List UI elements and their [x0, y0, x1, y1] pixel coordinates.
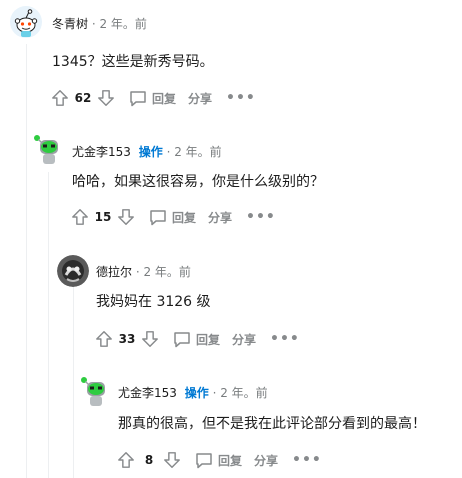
op-badge: 操作	[184, 386, 209, 400]
reply-bubble-icon	[174, 332, 190, 348]
reply-bubble-icon	[130, 91, 146, 107]
thread-line[interactable]	[48, 172, 49, 478]
downvote-arrow-icon	[98, 90, 114, 106]
comment-actions: 33 回复 分享 •••	[92, 327, 300, 351]
share-button[interactable]: 分享	[188, 90, 212, 107]
author-name[interactable]: 冬青树	[52, 17, 88, 31]
downvote-button[interactable]	[160, 448, 184, 472]
downvote-button[interactable]	[138, 327, 162, 351]
comment-actions: 15 回复 分享 •••	[68, 205, 276, 229]
comment-meta: 德拉尔 · 2 年。前	[96, 264, 191, 280]
reply-button[interactable]: 回复	[194, 450, 242, 470]
comment-meta: 尤金李153 操作 · 2 年。前	[72, 144, 222, 160]
upvote-arrow-icon	[72, 209, 88, 225]
reply-bubble-icon	[196, 453, 212, 469]
vote-score: 33	[118, 332, 136, 346]
timestamp[interactable]: · 2 年。前	[167, 145, 222, 159]
comment-actions: 8 回复 分享 •••	[114, 448, 322, 472]
share-button[interactable]: 分享	[208, 209, 232, 226]
upvote-button[interactable]	[48, 86, 72, 110]
upvote-arrow-icon	[96, 331, 112, 347]
reply-button[interactable]: 回复	[128, 88, 176, 108]
share-button[interactable]: 分享	[254, 452, 278, 469]
share-label: 分享	[188, 91, 213, 106]
vote-score: 8	[144, 453, 154, 467]
more-options-button[interactable]: •••	[270, 331, 300, 347]
comment-body: 1345？这些是新秀号码。	[52, 54, 214, 70]
timestamp[interactable]: · 2 年。前	[136, 265, 191, 279]
share-label: 分享	[208, 210, 233, 225]
more-options-button[interactable]: •••	[246, 209, 276, 225]
reply-bubble-icon	[150, 210, 166, 226]
share-label: 分享	[254, 453, 279, 468]
robot-avatar[interactable]	[79, 375, 113, 409]
upvote-button[interactable]	[114, 448, 138, 472]
share-label: 分享	[232, 332, 257, 347]
timestamp[interactable]: · 2 年。前	[213, 386, 268, 400]
robot-avatar[interactable]	[32, 133, 66, 167]
reply-label: 回复	[152, 91, 177, 106]
user-photo-avatar[interactable]	[57, 255, 89, 287]
share-button[interactable]: 分享	[232, 331, 256, 348]
reply-button[interactable]: 回复	[172, 329, 220, 349]
downvote-button[interactable]	[94, 86, 118, 110]
comment-body: 那真的很高，但不是我在此评论部分看到的最高！	[118, 416, 426, 432]
vote-score: 15	[94, 210, 112, 224]
thread-line[interactable]	[26, 44, 27, 478]
author-name[interactable]: 德拉尔	[96, 265, 132, 279]
comment-body: 我妈妈在 3126 级	[96, 294, 211, 310]
comment-body: 哈哈，如果这很容易，你是什么级别的？	[72, 174, 324, 190]
upvote-button[interactable]	[92, 327, 116, 351]
snoo-avatar[interactable]	[10, 6, 42, 38]
downvote-arrow-icon	[118, 209, 134, 225]
downvote-arrow-icon	[164, 452, 180, 468]
downvote-button[interactable]	[114, 205, 138, 229]
reply-label: 回复	[196, 332, 221, 347]
op-badge: 操作	[138, 145, 163, 159]
author-name[interactable]: 尤金李153	[118, 386, 177, 400]
timestamp[interactable]: · 2 年。前	[92, 17, 147, 31]
reply-label: 回复	[172, 210, 197, 225]
more-options-button[interactable]: •••	[226, 90, 256, 106]
thread-line[interactable]	[73, 285, 74, 478]
comment-meta: 冬青树 · 2 年。前	[52, 16, 147, 32]
upvote-arrow-icon	[118, 452, 134, 468]
downvote-arrow-icon	[142, 331, 158, 347]
upvote-arrow-icon	[52, 90, 68, 106]
comment-actions: 62 回复 分享 •••	[48, 86, 256, 110]
upvote-button[interactable]	[68, 205, 92, 229]
comment-meta: 尤金李153 操作 · 2 年。前	[118, 385, 268, 401]
reply-button[interactable]: 回复	[148, 207, 196, 227]
vote-score: 62	[74, 91, 92, 105]
more-options-button[interactable]: •••	[292, 452, 322, 468]
reply-label: 回复	[218, 453, 243, 468]
author-name[interactable]: 尤金李153	[72, 145, 131, 159]
